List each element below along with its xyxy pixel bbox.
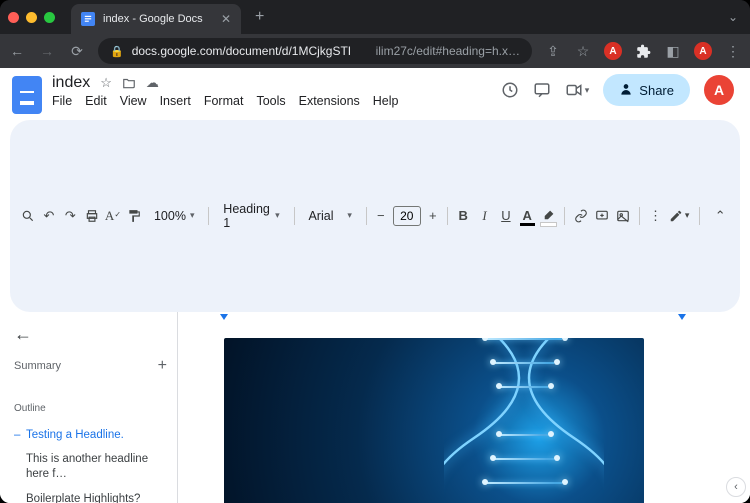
docs-logo-icon[interactable]: [12, 76, 42, 114]
url-suffix: ilim27c/edit#heading=h.x…: [376, 44, 520, 58]
style-select[interactable]: Heading 1▾: [215, 204, 287, 228]
share-button[interactable]: Share: [603, 74, 690, 106]
minimize-window-button[interactable]: [26, 12, 37, 23]
menu-format[interactable]: Format: [204, 94, 244, 108]
insert-image-icon[interactable]: [614, 204, 633, 228]
menu-file[interactable]: File: [52, 94, 72, 108]
font-size-control: − 20 +: [373, 206, 441, 226]
url-host: docs.google.com/document/d/1MCjkgSTI: [132, 44, 351, 58]
docs-header: index ☆ ☁ File Edit View Insert Format T…: [0, 68, 750, 120]
add-comment-icon[interactable]: [592, 204, 611, 228]
search-menus-icon[interactable]: [18, 204, 37, 228]
text-color-icon[interactable]: A: [518, 204, 537, 228]
browser-window: index - Google Docs ✕ + ⌄ ← → ⟳ 🔒 docs.g…: [0, 0, 750, 503]
outline-item-3[interactable]: Boilerplate Highlights?: [14, 492, 167, 503]
bookmark-icon[interactable]: ☆: [574, 43, 592, 60]
doc-title[interactable]: index: [52, 74, 90, 92]
star-icon[interactable]: ☆: [100, 75, 112, 91]
extension-a-icon[interactable]: A: [604, 42, 622, 60]
profile-icon[interactable]: A: [694, 42, 712, 60]
window-controls: [8, 12, 55, 23]
menu-insert[interactable]: Insert: [160, 94, 191, 108]
tab-strip: index - Google Docs ✕ + ⌄: [0, 0, 750, 34]
cloud-status-icon[interactable]: ☁: [146, 75, 159, 91]
insert-link-icon[interactable]: [571, 204, 590, 228]
lock-icon: 🔒: [110, 45, 124, 58]
comments-icon[interactable]: [533, 81, 551, 99]
toolbar: ↶ ↷ A✓ 100%▾ Heading 1▾ Arial▾ − 20 + B …: [10, 120, 740, 312]
italic-icon[interactable]: I: [475, 204, 494, 228]
summary-label: Summary: [14, 360, 61, 372]
document-page[interactable]: ⌄ Testing a Headline.: [202, 338, 750, 503]
paint-format-icon[interactable]: [125, 204, 144, 228]
menu-bar: File Edit View Insert Format Tools Exten…: [52, 94, 491, 108]
font-size-decrease[interactable]: −: [373, 208, 389, 223]
account-avatar[interactable]: A: [704, 75, 734, 105]
font-size-input[interactable]: 20: [393, 206, 421, 226]
meet-icon[interactable]: ▾: [565, 81, 590, 99]
menu-edit[interactable]: Edit: [85, 94, 107, 108]
browser-tab[interactable]: index - Google Docs ✕: [71, 4, 241, 34]
menu-extensions[interactable]: Extensions: [299, 94, 360, 108]
page-area[interactable]: ⌄ Testing a Headline. ‹: [178, 312, 750, 503]
docs-favicon-icon: [81, 12, 95, 26]
share-label: Share: [639, 83, 674, 98]
collapse-toolbar-icon[interactable]: ⌃: [708, 204, 732, 228]
close-tab-button[interactable]: ✕: [221, 12, 231, 26]
new-tab-button[interactable]: +: [249, 4, 270, 30]
undo-icon[interactable]: ↶: [39, 204, 58, 228]
move-icon[interactable]: [122, 76, 136, 90]
address-bar-row: ← → ⟳ 🔒 docs.google.com/document/d/1MCjk…: [0, 34, 750, 68]
ruler[interactable]: [178, 312, 750, 324]
left-indent-marker-icon[interactable]: [220, 314, 228, 320]
font-select[interactable]: Arial▾: [300, 204, 359, 228]
explore-button[interactable]: ‹: [726, 477, 746, 497]
back-button[interactable]: ←: [8, 43, 26, 59]
add-summary-button[interactable]: +: [158, 357, 167, 375]
menu-tools[interactable]: Tools: [256, 94, 285, 108]
close-window-button[interactable]: [8, 12, 19, 23]
spellcheck-icon[interactable]: A✓: [103, 204, 122, 228]
menu-view[interactable]: View: [120, 94, 147, 108]
underline-icon[interactable]: U: [496, 204, 515, 228]
dna-graphic-icon: [444, 338, 604, 503]
right-indent-marker-icon[interactable]: [678, 314, 686, 320]
menu-help[interactable]: Help: [373, 94, 399, 108]
history-icon[interactable]: [501, 81, 519, 99]
editing-mode-icon[interactable]: ▾: [667, 204, 691, 228]
outline-list: Testing a Headline. This is another head…: [14, 428, 167, 503]
extensions-icon[interactable]: [634, 44, 652, 59]
omnibox[interactable]: 🔒 docs.google.com/document/d/1MCjkgSTI i…: [98, 38, 532, 64]
forward-button[interactable]: →: [38, 43, 56, 59]
outline-pane: ← Summary + Outline Testing a Headline. …: [0, 312, 178, 503]
reload-button[interactable]: ⟳: [68, 43, 86, 60]
outline-item-1[interactable]: Testing a Headline.: [14, 428, 167, 443]
browser-menu-icon[interactable]: ⋮: [724, 43, 742, 60]
side-panel-icon[interactable]: ◧: [664, 43, 682, 60]
print-icon[interactable]: [82, 204, 101, 228]
tab-title: index - Google Docs: [103, 13, 213, 25]
more-tools-icon[interactable]: ⋮: [646, 204, 665, 228]
outline-label: Outline: [14, 403, 167, 414]
tab-list-button[interactable]: ⌄: [728, 10, 742, 24]
highlight-icon[interactable]: [539, 204, 558, 228]
close-outline-button[interactable]: ←: [14, 324, 34, 345]
send-tab-icon[interactable]: ⇪: [544, 43, 562, 60]
redo-icon[interactable]: ↷: [61, 204, 80, 228]
outline-item-2[interactable]: This is another headline here f…: [14, 452, 167, 482]
fullscreen-window-button[interactable]: [44, 12, 55, 23]
font-size-increase[interactable]: +: [425, 208, 441, 223]
hero-image[interactable]: [224, 338, 644, 503]
docs-body: ← Summary + Outline Testing a Headline. …: [0, 312, 750, 503]
zoom-select[interactable]: 100%▾: [146, 204, 203, 228]
bold-icon[interactable]: B: [454, 204, 473, 228]
docs-app: index ☆ ☁ File Edit View Insert Format T…: [0, 68, 750, 503]
